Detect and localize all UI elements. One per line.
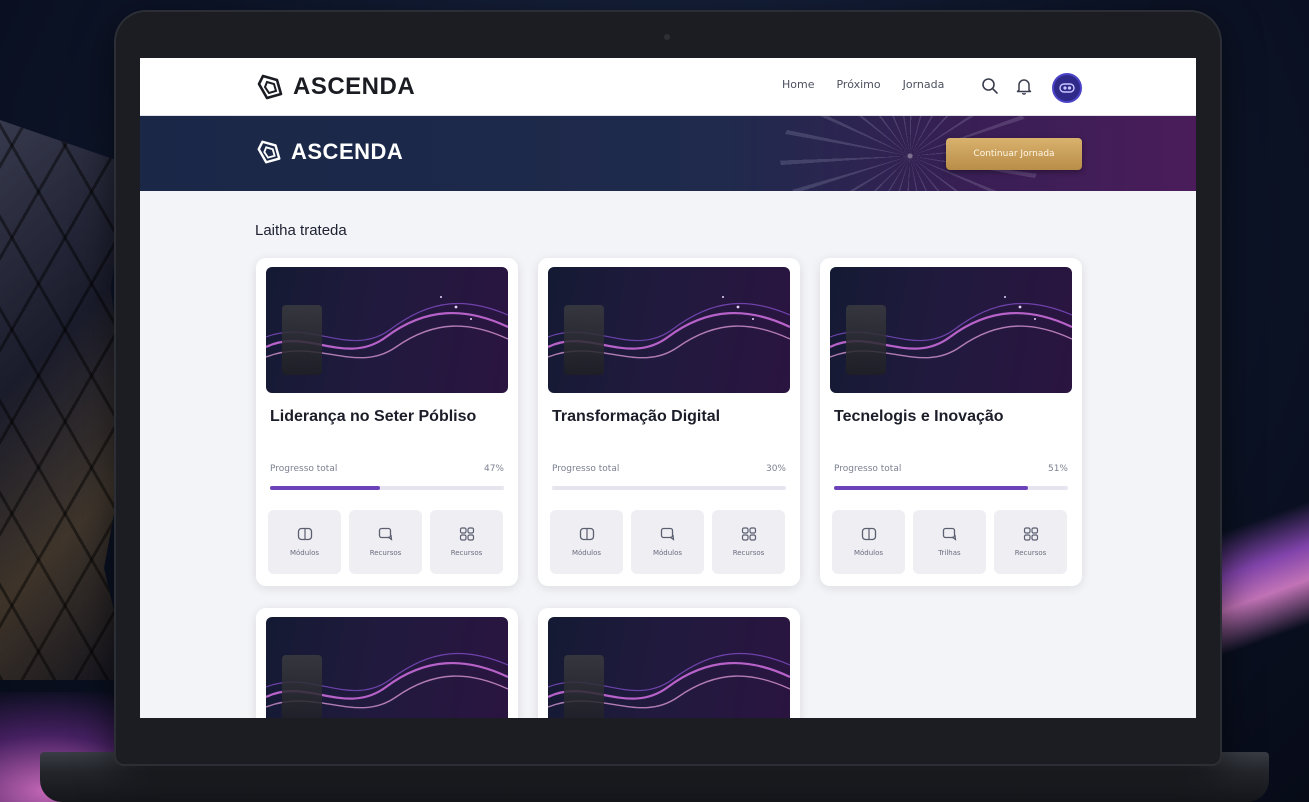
course-card-partial[interactable] — [538, 608, 800, 718]
progress-label: Progresso total — [834, 464, 902, 474]
course-title: Transformação Digital — [552, 408, 721, 425]
background-hex-pattern — [0, 120, 130, 680]
card-action-label: Módulos — [571, 549, 602, 557]
card-action-label: Recursos — [450, 549, 483, 557]
nav-link-journey[interactable]: Jornada — [903, 78, 945, 91]
progress-value: 47% — [483, 464, 504, 474]
course-thumbnail — [830, 267, 1072, 393]
card-action-button[interactable]: Módulos — [550, 510, 623, 574]
thumbnail-figure — [564, 305, 604, 375]
progress-bar-fill — [834, 486, 1029, 490]
course-thumbnail — [548, 267, 790, 393]
course-thumbnail — [266, 267, 508, 393]
progress-value: 30% — [765, 464, 786, 474]
top-navigation: ASCENDA Home Próximo Jornada — [140, 58, 1196, 116]
course-card[interactable]: Liderança no Seter Póbliso Progresso tota… — [256, 258, 518, 586]
grid-icon — [1023, 527, 1039, 541]
thumbnail-figure — [846, 305, 886, 375]
hero-banner: ASCENDA Continuar Jornada — [140, 116, 1196, 191]
card-action-button[interactable]: Módulos — [631, 510, 704, 574]
card-action-button[interactable]: Recursos — [994, 510, 1067, 574]
thumbnail-figure — [282, 305, 322, 375]
hero-logo: ASCENDA — [255, 138, 403, 166]
card-action-button[interactable]: Recursos — [349, 510, 422, 574]
progress-value: 51% — [1047, 464, 1068, 474]
card-action-button[interactable]: Módulos — [268, 510, 341, 574]
brand-name: ASCENDA — [293, 73, 416, 100]
progress-bar — [552, 486, 786, 490]
thumbnail-figure — [564, 655, 604, 718]
grid-icon — [459, 527, 475, 541]
logo-icon — [257, 74, 283, 100]
card-action-label: Recursos — [369, 549, 402, 557]
continue-journey-button[interactable]: Continuar Jornada — [946, 138, 1082, 170]
book-icon — [579, 527, 595, 541]
course-title: Liderança no Seter Póbliso — [270, 408, 477, 425]
avatar-icon — [1059, 83, 1075, 93]
nav-links: Home Próximo Jornada — [782, 78, 944, 91]
card-action-label: Módulos — [289, 549, 320, 557]
course-title: Tecnelogis e Inovação — [834, 408, 1004, 425]
progress-bar-fill — [270, 486, 380, 490]
course-thumbnail — [548, 617, 790, 718]
hero-brand-name: ASCENDA — [291, 139, 404, 164]
book-icon — [297, 527, 313, 541]
card-action-label: Módulos — [652, 549, 683, 557]
chat-icon — [660, 527, 676, 541]
course-thumbnail — [266, 617, 508, 718]
avatar[interactable] — [1052, 73, 1082, 103]
course-card-partial[interactable] — [256, 608, 518, 718]
chat-icon — [942, 527, 958, 541]
laptop-chin — [140, 718, 1196, 738]
course-card[interactable]: Transformação Digital Progresso total 30% M… — [538, 258, 800, 586]
card-action-label: Módulos — [853, 549, 884, 557]
card-action-button[interactable]: Módulos — [832, 510, 905, 574]
progress-bar — [270, 486, 504, 490]
progress-label: Progresso total — [270, 464, 338, 474]
brand-logo[interactable]: ASCENDA — [255, 72, 415, 102]
bell-icon[interactable] — [1014, 76, 1034, 96]
search-icon[interactable] — [980, 76, 1000, 96]
progress-label: Progresso total — [552, 464, 620, 474]
logo-icon — [257, 140, 281, 164]
card-action-button[interactable]: Trilhas — [913, 510, 986, 574]
card-action-button[interactable]: Recursos — [430, 510, 503, 574]
camera — [664, 34, 670, 40]
book-icon — [861, 527, 877, 541]
chat-icon — [378, 527, 394, 541]
nav-link-home[interactable]: Home — [782, 78, 814, 91]
card-action-label: Recursos — [732, 549, 765, 557]
progress-bar — [834, 486, 1068, 490]
card-action-button[interactable]: Recursos — [712, 510, 785, 574]
grid-icon — [741, 527, 757, 541]
app-screen: ASCENDA Home Próximo Jornada ASCENDA Con… — [140, 58, 1196, 718]
section-title: Laitha trateda — [255, 222, 347, 239]
nav-link-next[interactable]: Próximo — [836, 78, 880, 91]
thumbnail-figure — [282, 655, 322, 718]
card-action-label: Trilhas — [938, 549, 961, 557]
course-card[interactable]: Tecnelogis e Inovação Progresso total 51% M… — [820, 258, 1082, 586]
card-action-label: Recursos — [1014, 549, 1047, 557]
